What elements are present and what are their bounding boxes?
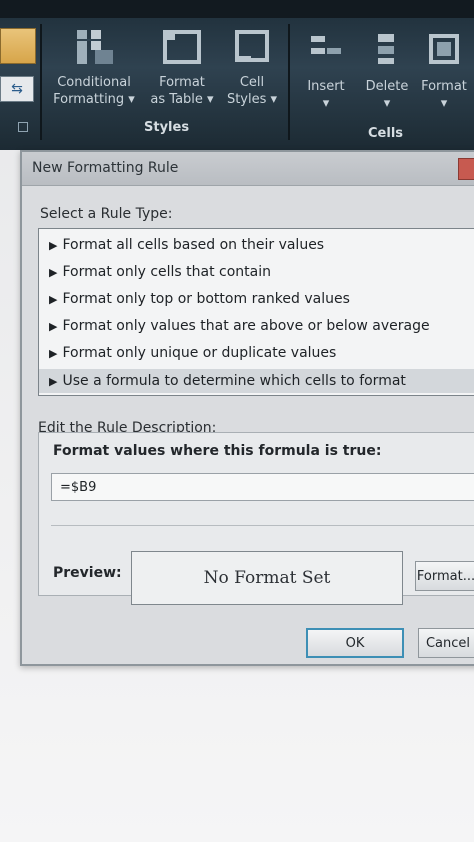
ribbon-divider — [40, 24, 42, 140]
rule-type-label: Format only cells that contain — [62, 264, 271, 280]
conditional-formatting-icon — [73, 26, 115, 68]
ribbon-divider — [288, 24, 290, 140]
rule-type-item-selected[interactable]: ▶ Use a formula to determine which cells … — [39, 369, 474, 393]
rule-type-item[interactable]: ▶ Format only cells that contain — [49, 264, 271, 280]
rule-type-label: Format only values that are above or bel… — [62, 318, 430, 334]
styles-group-label: Styles — [144, 120, 190, 135]
ok-button[interactable]: OK — [306, 628, 404, 658]
preview-text: No Format Set — [203, 568, 331, 588]
cancel-button[interactable]: Cancel — [418, 628, 474, 658]
cell-styles-icon — [231, 26, 273, 68]
triangle-right-icon: ▶ — [49, 266, 58, 279]
rule-type-item[interactable]: ▶ Format all cells based on their values — [49, 237, 324, 253]
rule-type-item[interactable]: ▶ Format only unique or duplicate values — [49, 345, 336, 361]
format-as-table-label-1: Format — [159, 75, 205, 90]
conditional-formatting-label-2: Formatting ▾ — [53, 92, 135, 107]
delete-label-1: Delete — [365, 79, 409, 94]
insert-icon — [305, 30, 347, 72]
formula-input[interactable] — [51, 473, 474, 501]
rule-type-item[interactable]: ▶ Format only values that are above or be… — [49, 318, 430, 334]
format-preview: No Format Set — [131, 551, 403, 605]
conditional-formatting-button[interactable]: Conditional Formatting ▾ — [48, 26, 140, 118]
close-icon[interactable] — [458, 158, 474, 180]
cell-styles-label-1: Cell — [239, 75, 265, 90]
number-format-icon[interactable]: ⇆ — [0, 76, 34, 102]
conditional-formatting-label-1: Conditional — [57, 75, 131, 90]
insert-label-1: Insert — [307, 79, 345, 94]
format-button[interactable]: Format... — [415, 561, 474, 591]
cells-group-label: Cells — [368, 126, 404, 141]
delete-button[interactable]: Delete ▾ — [360, 30, 414, 122]
rule-type-label: Format only top or bottom ranked values — [62, 291, 350, 307]
format-label-2: ▾ — [440, 96, 448, 111]
formula-heading: Format values where this formula is true… — [53, 443, 382, 459]
rule-type-label: Format only unique or duplicate values — [62, 345, 337, 361]
ribbon-top-strip — [0, 0, 474, 18]
format-as-table-label-2: as Table ▾ — [150, 92, 214, 107]
rule-description-panel: Format values where this formula is true… — [38, 432, 474, 605]
rule-type-label: Format all cells based on their values — [62, 237, 325, 253]
format-as-table-icon — [161, 26, 203, 68]
rule-type-item[interactable]: ▶ Format only top or bottom ranked values — [49, 291, 350, 307]
paste-icon[interactable] — [0, 28, 36, 64]
format-label-1: Format — [421, 79, 467, 94]
select-rule-type-label: Select a Rule Type: — [40, 206, 173, 222]
new-formatting-rule-dialog: New Formatting Rule Select a Rule Type: … — [20, 150, 474, 666]
triangle-right-icon: ▶ — [49, 347, 58, 360]
rule-type-list[interactable]: ▶ Format all cells based on their values … — [38, 228, 474, 396]
cell-styles-button[interactable]: Cell Styles ▾ — [222, 26, 282, 118]
delete-label-2: ▾ — [383, 96, 391, 111]
triangle-right-icon: ▶ — [49, 375, 58, 388]
cell-styles-label-2: Styles ▾ — [226, 92, 278, 107]
dialog-titlebar[interactable]: New Formatting Rule — [22, 152, 474, 186]
triangle-right-icon: ▶ — [49, 239, 58, 252]
triangle-right-icon: ▶ — [49, 320, 58, 333]
triangle-right-icon: ▶ — [49, 293, 58, 306]
format-icon — [423, 30, 465, 72]
insert-button[interactable]: Insert ▾ — [298, 30, 354, 122]
format-as-table-button[interactable]: Format as Table ▾ — [146, 26, 218, 118]
rule-type-label: Use a formula to determine which cells t… — [62, 373, 406, 389]
format-button-label: Format... — [416, 568, 474, 584]
delete-icon — [366, 30, 408, 72]
cancel-button-label: Cancel — [425, 635, 471, 651]
ok-button-label: OK — [345, 635, 365, 651]
dialog-title: New Formatting Rule — [32, 160, 179, 176]
format-ribbon-button[interactable]: Format ▾ — [416, 30, 472, 122]
dialog-launcher-icon[interactable] — [18, 122, 28, 132]
preview-label: Preview: — [53, 565, 122, 581]
divider — [51, 525, 474, 526]
insert-label-2: ▾ — [322, 96, 330, 111]
ribbon: ⇆ Conditional Formatting ▾ Format as Tab… — [0, 0, 474, 150]
